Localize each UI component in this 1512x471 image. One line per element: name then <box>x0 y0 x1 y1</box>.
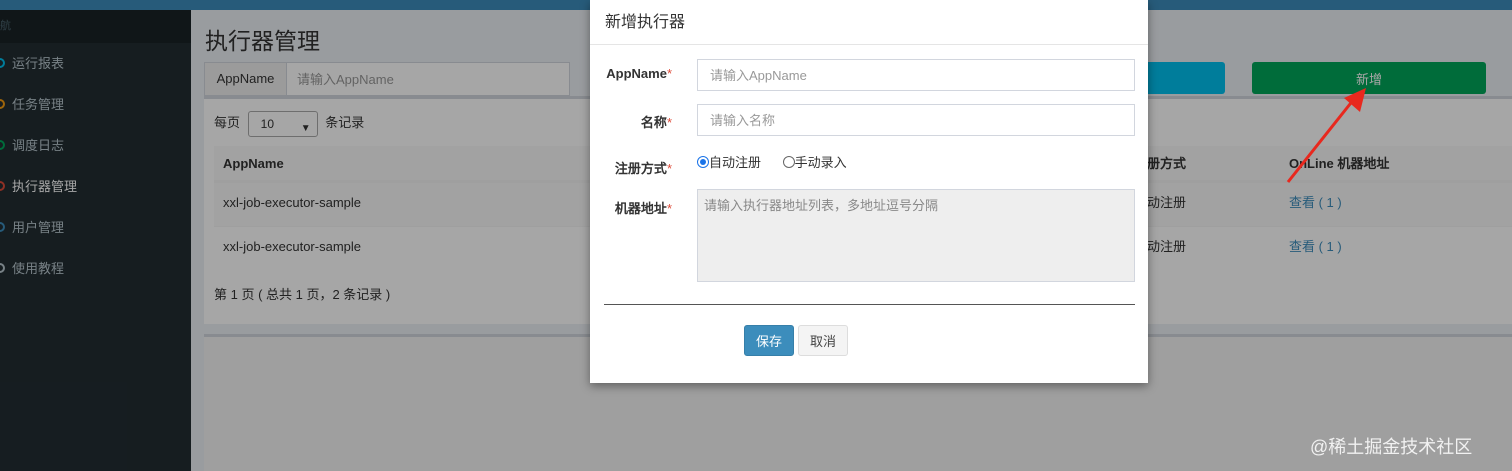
modal-title: 新增执行器 <box>605 14 686 31</box>
radio-auto-label: 自动注册 <box>709 155 762 170</box>
required-mark: * <box>666 201 672 216</box>
name-label: 名称* <box>590 112 672 131</box>
appname-input[interactable] <box>697 59 1135 91</box>
required-mark: * <box>666 66 672 81</box>
radio-auto[interactable] <box>697 156 709 168</box>
radio-manual-option[interactable]: 手动录入 <box>782 152 847 171</box>
required-mark: * <box>666 115 672 130</box>
name-label-text: 名称 <box>640 115 667 130</box>
form-divider <box>604 304 1135 305</box>
register-type-label: 注册方式* <box>590 158 672 177</box>
add-executor-modal: 新增执行器 AppName* 名称* 注册方式* 自动注册 手动录入 机器地址*… <box>590 0 1148 383</box>
address-label-text: 机器地址 <box>614 201 667 216</box>
register-label-text: 注册方式 <box>614 161 667 176</box>
address-label: 机器地址* <box>590 198 672 217</box>
address-textarea[interactable] <box>697 189 1135 282</box>
watermark: @稀土掘金技术社区 <box>1310 437 1473 457</box>
required-mark: * <box>666 161 672 176</box>
register-type-radios: 自动注册 手动录入 <box>697 152 865 171</box>
modal-header-divider <box>590 44 1148 45</box>
save-button[interactable]: 保存 <box>744 325 794 356</box>
radio-auto-option[interactable]: 自动注册 <box>697 152 761 171</box>
cancel-button[interactable]: 取消 <box>798 325 848 356</box>
red-arrow-annotation-icon <box>1286 88 1366 183</box>
radio-manual[interactable] <box>782 156 795 168</box>
radio-manual-label: 手动录入 <box>794 155 847 170</box>
appname-label: AppName* <box>590 66 672 81</box>
name-input[interactable] <box>697 104 1135 136</box>
appname-label-text: AppName <box>606 66 667 81</box>
